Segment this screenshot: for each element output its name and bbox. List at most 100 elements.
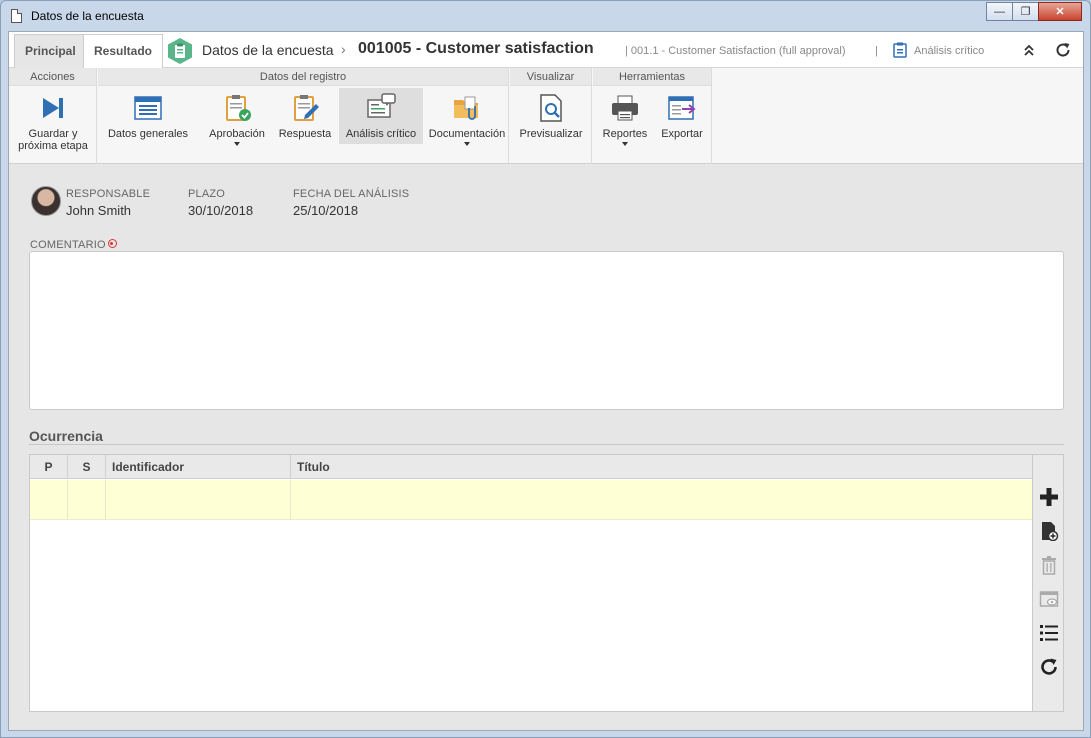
- datos-generales-label: Datos generales: [107, 128, 189, 140]
- exportar-label: Exportar: [661, 128, 703, 140]
- fecha-analisis-label: FECHA DEL ANÁLISIS: [293, 188, 410, 200]
- clipboard-approve-icon: [226, 95, 251, 121]
- add-from-document-button[interactable]: [1037, 519, 1061, 543]
- critical-analysis-icon: [367, 93, 396, 118]
- group-label-visualizar: Visualizar: [510, 68, 591, 86]
- reportes-button[interactable]: Reportes: [597, 88, 653, 146]
- grid-actions-sidebar: [1033, 454, 1064, 712]
- group-visualizar: Visualizar Previsualizar: [510, 68, 592, 164]
- aprobacion-button[interactable]: Aprobación: [200, 88, 274, 146]
- trash-icon: [1042, 556, 1056, 575]
- required-icon: [107, 239, 117, 248]
- group-acciones: Acciones Guardar y próxima etapa: [9, 68, 97, 164]
- table-row[interactable]: [30, 480, 1032, 520]
- section-separator: |: [875, 45, 878, 57]
- respuesta-label: Respuesta: [278, 128, 332, 140]
- fecha-analisis-value: 25/10/2018: [293, 203, 359, 218]
- previsualizar-button[interactable]: Previsualizar: [514, 88, 588, 144]
- reload-button[interactable]: [1037, 655, 1061, 679]
- view-button[interactable]: [1037, 587, 1061, 611]
- group-label-herramientas: Herramientas: [593, 68, 711, 86]
- analisis-critico-label: Análisis crítico: [345, 128, 417, 140]
- refresh-button[interactable]: [1053, 40, 1073, 60]
- chevron-down-icon: [622, 142, 628, 146]
- window-view-icon: [1039, 591, 1059, 607]
- folder-attachment-icon: [454, 96, 478, 120]
- clipboard-icon: [893, 42, 907, 58]
- delete-button[interactable]: [1037, 553, 1061, 577]
- app-window: Datos de la encuesta — ❐ ✕ Principal Res…: [0, 0, 1091, 738]
- plazo-label: PLAZO: [188, 188, 226, 200]
- datos-generales-button[interactable]: Datos generales: [102, 88, 194, 144]
- clipboard-pencil-icon: [294, 95, 319, 121]
- comentario-textarea[interactable]: [29, 251, 1064, 410]
- document-icon: [11, 9, 22, 23]
- window-controls: — ❐ ✕: [986, 2, 1082, 21]
- double-chevron-up-icon: [1024, 44, 1034, 56]
- title-bar: Datos de la encuesta — ❐ ✕: [1, 1, 1090, 31]
- ribbon-toolbar: Acciones Guardar y próxima etapa Datos d…: [9, 68, 1083, 164]
- grid-header: P S Identificador Título: [30, 455, 1032, 479]
- ocurrencia-grid: P S Identificador Título: [29, 454, 1033, 712]
- respuesta-button[interactable]: Respuesta: [276, 88, 334, 144]
- refresh-icon: [1041, 658, 1057, 675]
- breadcrumb-separator: ›: [341, 41, 346, 57]
- group-label-acciones: Acciones: [9, 68, 96, 86]
- chevron-down-icon: [234, 142, 240, 146]
- chevron-down-icon: [464, 142, 470, 146]
- column-header-titulo[interactable]: Título: [291, 455, 1032, 479]
- responsable-value: John Smith: [66, 203, 132, 218]
- client-area: Principal Resultado Datos de la encuesta…: [8, 31, 1084, 731]
- aprobacion-label: Aprobación: [209, 128, 265, 140]
- record-title: 001005 - Customer satisfaction: [358, 40, 594, 57]
- save-next-step-button[interactable]: Guardar y próxima etapa: [13, 88, 93, 152]
- section-divider: [29, 444, 1064, 445]
- reportes-label: Reportes: [602, 128, 648, 140]
- group-label-datos-registro: Datos del registro: [98, 68, 508, 86]
- table-cell: [106, 480, 291, 520]
- table-cell: [30, 480, 68, 520]
- document-preview-icon: [540, 94, 562, 122]
- breadcrumb-survey-data[interactable]: Datos de la encuesta: [202, 42, 334, 58]
- analisis-critico-button[interactable]: Análisis crítico: [339, 88, 423, 144]
- column-header-identificador[interactable]: Identificador: [106, 455, 291, 479]
- record-header: Principal Resultado Datos de la encuesta…: [9, 32, 1083, 68]
- form-window-icon: [134, 96, 162, 120]
- plus-icon: [1040, 488, 1058, 506]
- list-icon: [1040, 625, 1058, 641]
- group-datos-registro: Datos del registro Datos generales Aprob…: [98, 68, 509, 164]
- comentario-label: COMENTARIO: [30, 239, 117, 251]
- exportar-button[interactable]: Exportar: [655, 88, 709, 144]
- documentacion-button[interactable]: Documentación: [427, 88, 507, 146]
- tab-resultado[interactable]: Resultado: [83, 34, 164, 68]
- add-button[interactable]: [1037, 485, 1061, 509]
- document-add-icon: [1042, 522, 1059, 541]
- avatar: [31, 186, 61, 216]
- tab-principal[interactable]: Principal: [14, 34, 87, 68]
- responsable-label: RESPONSABLE: [66, 188, 151, 200]
- maximize-button[interactable]: ❐: [1012, 2, 1039, 21]
- window-title: Datos de la encuesta: [31, 9, 144, 23]
- export-icon: [668, 96, 696, 120]
- documentacion-label: Documentación: [428, 128, 506, 140]
- refresh-icon: [1056, 43, 1070, 57]
- column-header-s[interactable]: S: [68, 455, 106, 479]
- plazo-value: 30/10/2018: [188, 203, 254, 218]
- save-next-label-1: Guardar y: [28, 128, 78, 140]
- minimize-button[interactable]: —: [986, 2, 1013, 21]
- close-button[interactable]: ✕: [1038, 2, 1082, 21]
- survey-record-icon: [168, 38, 192, 64]
- printer-icon: [612, 95, 638, 121]
- record-subtitle: | 001.1 - Customer Satisfaction (full ap…: [625, 45, 846, 57]
- column-header-p[interactable]: P: [30, 455, 68, 479]
- comentario-label-text: COMENTARIO: [30, 239, 106, 251]
- ocurrencia-title: Ocurrencia: [29, 428, 103, 444]
- critical-analysis-panel: RESPONSABLE John Smith PLAZO 30/10/2018 …: [9, 164, 1083, 730]
- play-next-icon: [43, 98, 63, 118]
- collapse-button[interactable]: [1019, 40, 1039, 60]
- current-section-label: Análisis crítico: [914, 45, 985, 57]
- group-herramientas: Herramientas Reportes Exportar: [593, 68, 712, 164]
- list-button[interactable]: [1037, 621, 1061, 645]
- save-next-label-2: próxima etapa: [18, 140, 88, 152]
- previsualizar-label: Previsualizar: [519, 128, 583, 140]
